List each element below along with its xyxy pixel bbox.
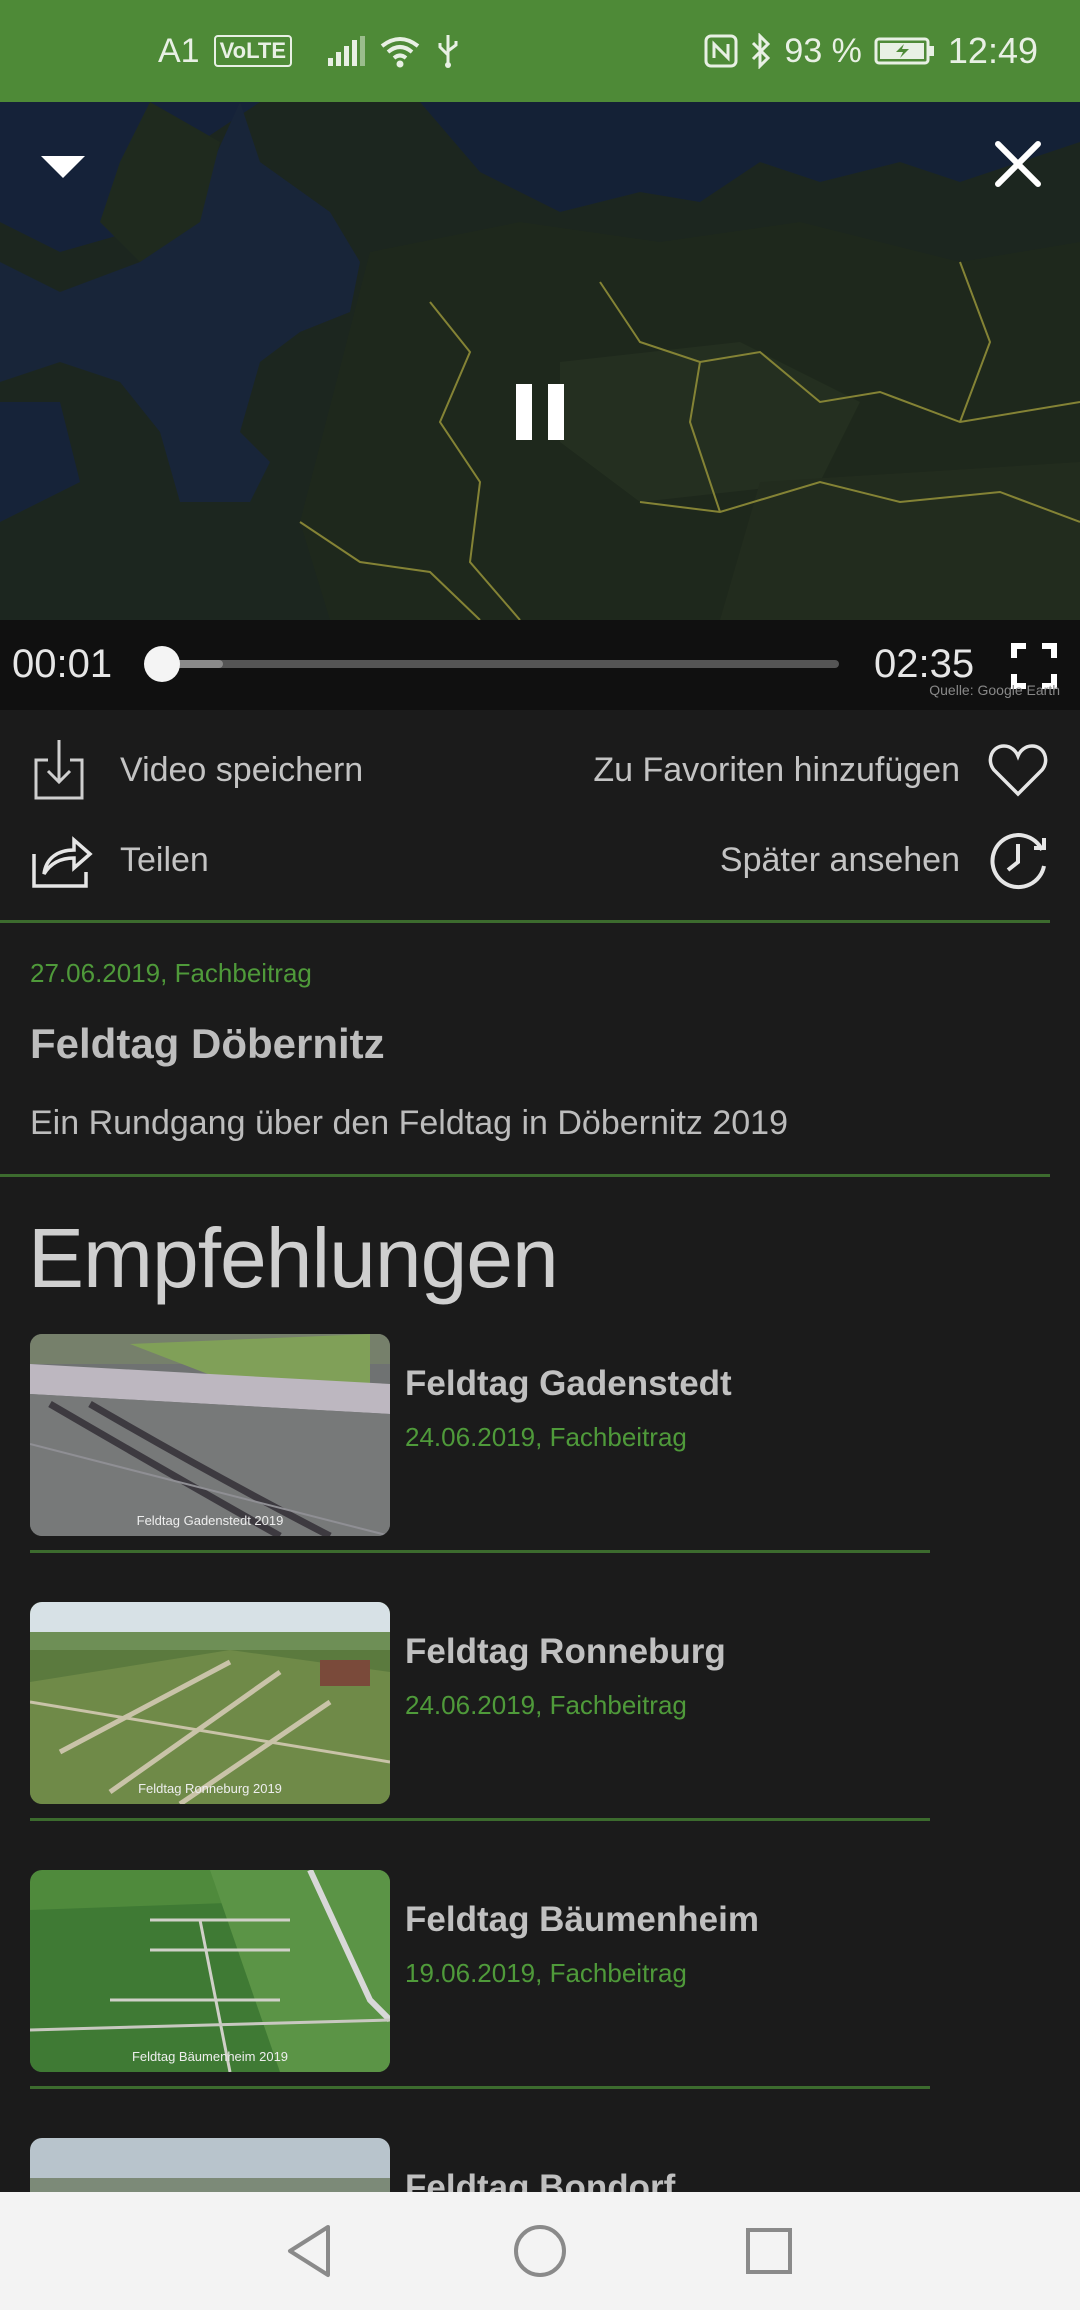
home-icon[interactable] bbox=[512, 2223, 568, 2279]
recommendation-title: Feldtag Bondorf bbox=[405, 2168, 676, 2192]
recommendation-item[interactable]: Feldtag Ronneburg 2019 Feldtag Ronneburg… bbox=[30, 1602, 930, 1822]
back-icon[interactable] bbox=[284, 2223, 334, 2279]
recommendations-heading: Empfehlungen bbox=[28, 1211, 559, 1305]
heart-icon bbox=[988, 744, 1048, 797]
watch-later-label: Später ansehen bbox=[719, 840, 960, 879]
video-title: Feldtag Döbernitz bbox=[30, 1020, 385, 1067]
status-right: 93 % 12:49 bbox=[704, 0, 1038, 102]
recommendation-meta: 24.06.2019, Fachbeitrag bbox=[405, 1690, 687, 1720]
share-icon bbox=[32, 836, 93, 888]
divider bbox=[0, 1174, 1050, 1177]
carrier-label: A1 bbox=[158, 31, 200, 70]
recommendation-title: Feldtag Bäumenheim bbox=[405, 1900, 759, 1939]
bluetooth-icon bbox=[752, 33, 771, 69]
recommendation-item[interactable]: Feldtag Gadenstedt 2019 Feldtag Gadenste… bbox=[30, 1334, 930, 1554]
recommendation-title: Feldtag Ronneburg bbox=[405, 1632, 726, 1671]
wifi-icon bbox=[380, 37, 420, 68]
thumbnail-image bbox=[30, 1334, 390, 1536]
thumbnail-image bbox=[30, 1602, 390, 1804]
watch-later-button[interactable]: Später ansehen bbox=[720, 828, 1050, 892]
divider bbox=[30, 1550, 930, 1553]
thumbnail-image bbox=[30, 1870, 390, 2072]
thumbnail-image bbox=[30, 2138, 390, 2192]
video-frame-map bbox=[0, 102, 1080, 620]
video-thumbnail[interactable]: Feldtag Gadenstedt 2019 bbox=[30, 1334, 390, 1536]
recommendation-title: Feldtag Gadenstedt bbox=[405, 1364, 732, 1403]
watch-later-icon bbox=[990, 833, 1046, 889]
player-controls: 00:01 02:35 Quelle: Google Earth bbox=[0, 620, 1080, 710]
thumbnail-caption: Feldtag Ronneburg 2019 bbox=[138, 1781, 282, 1796]
thumbnail-caption: Feldtag Bäumenheim 2019 bbox=[131, 2049, 289, 2064]
recommendation-item[interactable]: Feldtag Bäumenheim 2019 Feldtag Bäumenhe… bbox=[30, 1870, 930, 2090]
video-thumbnail[interactable]: Feldtag Ronneburg 2019 bbox=[30, 1602, 390, 1804]
current-time: 00:01 bbox=[12, 642, 113, 686]
save-video-label: Video speichern bbox=[120, 750, 364, 789]
map-credit: Quelle: Google Earth bbox=[929, 682, 1060, 698]
status-left: A1 VoLTE bbox=[158, 0, 461, 102]
status-bar: A1 VoLTE 93 % 12:49 bbox=[0, 0, 1080, 102]
nfc-icon bbox=[704, 34, 738, 68]
thumbnail-caption: Feldtag Gadenstedt 2019 bbox=[136, 1513, 284, 1528]
battery-charging-icon bbox=[874, 37, 934, 65]
clock: 12:49 bbox=[947, 30, 1038, 71]
video-meta: 27.06.2019, Fachbeitrag bbox=[30, 958, 312, 988]
pause-icon[interactable] bbox=[512, 382, 568, 442]
recommendation-meta: 24.06.2019, Fachbeitrag bbox=[405, 1422, 687, 1452]
divider bbox=[30, 1818, 930, 1821]
add-favorite-button[interactable]: Zu Favoriten hinzufügen bbox=[593, 738, 1050, 802]
video-player[interactable] bbox=[0, 102, 1080, 620]
divider bbox=[30, 2086, 930, 2089]
signal-icon bbox=[328, 36, 365, 66]
seek-thumb[interactable] bbox=[143, 646, 180, 682]
divider bbox=[0, 920, 1050, 923]
video-description: Ein Rundgang über den Feldtag in Döberni… bbox=[30, 1104, 788, 1142]
volte-badge: VoLTE bbox=[213, 35, 292, 67]
add-favorite-label: Zu Favoriten hinzufügen bbox=[593, 750, 960, 789]
duration: 02:35 bbox=[874, 642, 975, 686]
recommendation-item[interactable]: Feldtag Bondorf bbox=[30, 2138, 930, 2192]
recents-icon[interactable] bbox=[744, 2226, 794, 2276]
video-thumbnail[interactable] bbox=[30, 2138, 390, 2192]
collapse-chevron-icon[interactable] bbox=[38, 152, 88, 182]
download-icon bbox=[34, 740, 84, 800]
recommendation-meta: 19.06.2019, Fachbeitrag bbox=[405, 1958, 687, 1988]
battery-percent: 93 % bbox=[784, 31, 862, 70]
share-button[interactable]: Teilen bbox=[30, 828, 209, 892]
close-icon[interactable] bbox=[992, 138, 1044, 190]
video-thumbnail[interactable]: Feldtag Bäumenheim 2019 bbox=[30, 1870, 390, 2072]
share-label: Teilen bbox=[120, 840, 209, 879]
usb-icon bbox=[438, 35, 458, 68]
save-video-button[interactable]: Video speichern bbox=[30, 738, 363, 802]
system-nav-bar bbox=[0, 2192, 1080, 2310]
seek-bar[interactable] bbox=[143, 646, 839, 682]
